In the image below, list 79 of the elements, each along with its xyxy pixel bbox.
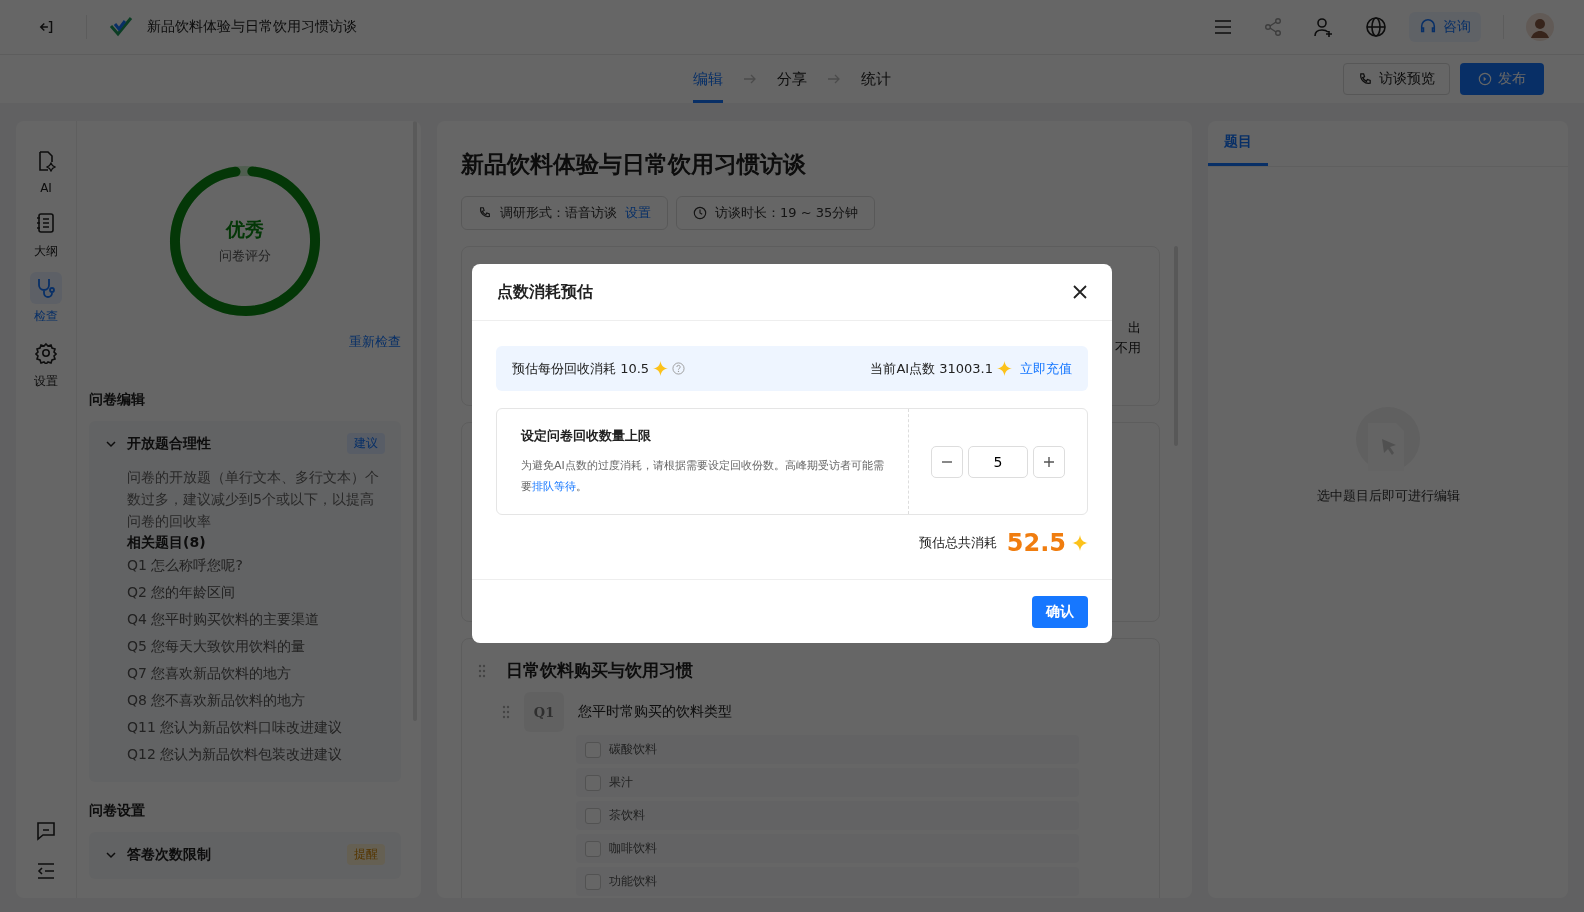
settings-icon — [35, 342, 57, 364]
dialog-title: 点数消耗预估 — [497, 281, 593, 303]
related-question-link[interactable]: Q5 您每天大致饮用饮料的量 — [127, 633, 385, 660]
clock-icon — [693, 206, 707, 220]
issue-title: 开放题合理性 — [127, 434, 211, 453]
issue-tag: 提醒 — [347, 844, 385, 865]
add-user-icon[interactable] — [1313, 16, 1335, 38]
count-input[interactable]: 5 — [968, 445, 1028, 478]
related-heading: 相关题目(8) — [127, 533, 207, 552]
limit-description: 为避免AI点数的过度消耗，请根据需要设定回收份数。高峰期受访者可能需要排队等待。 — [521, 458, 884, 495]
issue-title: 答卷次数限制 — [127, 845, 211, 864]
panel-tab[interactable]: 题目 — [1208, 121, 1268, 166]
rail-item[interactable]: 大纲 — [30, 207, 62, 260]
question-text: 不用 — [1115, 339, 1141, 357]
drag-handle-icon[interactable] — [502, 705, 510, 719]
step-tab[interactable]: 分享 — [777, 55, 807, 103]
help-icon[interactable] — [672, 362, 686, 375]
question-text: 出 — [1128, 319, 1141, 337]
option-label: 咖啡饮料 — [609, 840, 657, 857]
queue-link[interactable]: 排队等待 — [532, 480, 576, 493]
option-label: 果汁 — [609, 774, 633, 791]
play-icon — [1478, 72, 1492, 86]
stethoscope-icon — [35, 277, 57, 299]
score-grade: 优秀 — [226, 217, 264, 242]
related-question-link[interactable]: Q1 怎么称呼您呢? — [127, 552, 385, 579]
rail-item[interactable]: 设置 — [30, 337, 62, 390]
option-label: 碳酸饮料 — [609, 741, 657, 758]
total-value: 52.5 — [1006, 529, 1066, 557]
per-cost-text: 预估每份回收消耗 10.5 — [512, 359, 650, 378]
related-question-link[interactable]: Q8 您不喜欢新品饮料的地方 — [127, 687, 385, 714]
empty-state-text: 选中题目后即可进行编辑 — [1316, 487, 1460, 505]
drag-handle-icon[interactable] — [478, 663, 486, 678]
total-label: 预估总共消耗 — [918, 534, 997, 552]
section-heading: 问卷设置 — [89, 802, 146, 820]
arrow-icon — [827, 72, 841, 86]
section-heading: 问卷编辑 — [89, 391, 146, 409]
recharge-link[interactable]: 立即充值 — [1020, 359, 1072, 378]
menu-icon[interactable] — [1213, 17, 1233, 37]
chip-label: 访谈时长：19 ~ 35分钟 — [715, 204, 859, 222]
star-icon — [653, 361, 669, 376]
plus-icon — [1043, 455, 1055, 468]
option-label: 茶饮料 — [609, 807, 645, 824]
increment-button[interactable] — [1033, 445, 1065, 478]
section-title: 日常饮料购买与饮用习惯 — [506, 659, 693, 682]
close-icon[interactable] — [1073, 285, 1087, 299]
arrow-icon — [743, 72, 757, 86]
phone-icon — [478, 206, 492, 220]
confirm-button[interactable]: 确认 — [1032, 595, 1088, 628]
related-question-link[interactable]: Q2 您的年龄区间 — [127, 579, 385, 606]
balance-text: 当前AI点数 31003.1 — [870, 359, 993, 378]
recheck-link[interactable]: 重新检查 — [349, 333, 401, 351]
consult-button[interactable]: 咨询 — [1409, 12, 1481, 42]
survey-name: 新品饮料体验与日常饮用习惯访谈 — [147, 18, 357, 36]
share-icon[interactable] — [1263, 17, 1283, 37]
logo-icon — [109, 15, 133, 39]
limit-title: 设定问卷回收数量上限 — [521, 427, 652, 445]
settings-link[interactable]: 设置 — [625, 204, 651, 222]
avatar-icon[interactable] — [1526, 13, 1554, 41]
related-question-link[interactable]: Q4 您平时购买饮料的主要渠道 — [127, 606, 385, 633]
issue-tag: 建议 — [347, 433, 385, 454]
star-icon — [1072, 535, 1088, 551]
step-tab[interactable]: 统计 — [861, 55, 891, 103]
survey-title: 新品饮料体验与日常饮用习惯访谈 — [461, 150, 807, 179]
preview-button[interactable]: 访谈预览 — [1343, 63, 1450, 95]
related-question-link[interactable]: Q12 您认为新品饮料包装改进建议 — [127, 741, 385, 768]
chip-label: 调研形式：语音访谈 — [500, 204, 617, 222]
question-text: 您平时常购买的饮料类型 — [578, 703, 732, 721]
comment-icon[interactable] — [35, 820, 57, 842]
star-icon — [997, 361, 1012, 376]
score-caption: 问卷评分 — [219, 247, 271, 265]
phone-icon — [1358, 71, 1373, 87]
collapse-icon[interactable] — [35, 860, 57, 882]
notebook-icon — [35, 212, 57, 234]
related-question-link[interactable]: Q7 您喜欢新品饮料的地方 — [127, 660, 385, 687]
step-tab[interactable]: 编辑 — [693, 55, 723, 103]
publish-button[interactable]: 发布 — [1460, 63, 1544, 95]
globe-icon[interactable] — [1365, 16, 1387, 38]
option-label: 功能饮料 — [609, 873, 657, 890]
rail-item[interactable]: AI — [30, 145, 62, 195]
